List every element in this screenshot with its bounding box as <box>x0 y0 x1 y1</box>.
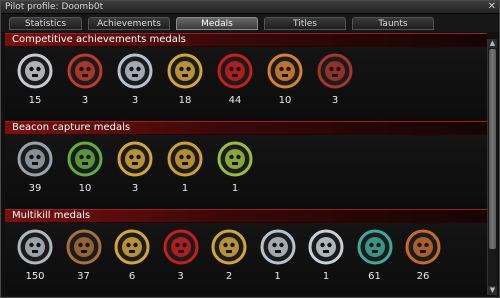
medals-panel: Competitive achievements medals 15 3 3 18 44… <box>5 33 487 295</box>
tab-achievements[interactable]: Achievements <box>88 17 170 30</box>
medal-count: 10 <box>78 183 92 194</box>
medal-count: 1 <box>181 183 189 194</box>
gold-emblem-medal-icon <box>167 53 203 89</box>
medal-item[interactable]: 10 <box>263 51 307 115</box>
medal-count: 150 <box>25 271 45 282</box>
medal-count: 61 <box>368 271 381 282</box>
medal-item[interactable]: 15 <box>13 51 57 115</box>
tab-taunts[interactable]: Taunts <box>352 17 434 30</box>
medal-item[interactable]: 1 <box>213 139 257 203</box>
pilot-profile-window: Pilot profile: Doomb0t ✕ Statistics Achi… <box>0 0 500 298</box>
medal-item[interactable]: 3 <box>113 51 157 115</box>
bronze-skull-medal-icon <box>66 229 101 265</box>
silver-skull-medal-icon <box>260 229 295 265</box>
medal-count: 3 <box>131 95 139 106</box>
medal-item[interactable]: 39 <box>13 139 57 203</box>
red-skull-crosshair-medal-icon <box>67 53 103 89</box>
tab-medals[interactable]: Medals <box>176 17 258 30</box>
medal-count: 3 <box>81 95 89 106</box>
section-title: Multikill medals <box>5 209 487 223</box>
medal-item[interactable]: 61 <box>353 227 397 291</box>
medal-item[interactable]: 1 <box>304 227 348 291</box>
red-bar-skull-medal-icon <box>163 229 198 265</box>
medal-item[interactable]: 26 <box>401 227 445 291</box>
close-icon[interactable]: ✕ <box>488 1 496 13</box>
section-multikill: Multikill medals 150 37 6 3 2 1 1 61 26 <box>5 209 487 295</box>
medal-count: 3 <box>131 183 139 194</box>
medal-item[interactable]: 1 <box>256 227 300 291</box>
medal-count: 15 <box>28 95 42 106</box>
silver-beacon-medal-icon <box>17 141 53 177</box>
medal-row: 39 10 3 1 1 <box>5 135 487 209</box>
medal-row: 150 37 6 3 2 1 1 61 26 <box>5 223 487 295</box>
medal-count: 3 <box>331 95 339 106</box>
green-hex-beacon-medal-icon <box>67 141 103 177</box>
medal-count: 18 <box>178 95 192 106</box>
medal-item[interactable]: 3 <box>113 139 157 203</box>
medal-item[interactable]: 18 <box>163 51 207 115</box>
medal-count: 44 <box>228 95 242 106</box>
medal-item[interactable]: 3 <box>63 51 107 115</box>
medal-count: 10 <box>278 95 292 106</box>
medal-count: 26 <box>416 271 430 282</box>
gold-cross-beacon-medal-icon <box>117 141 153 177</box>
medal-count: 1 <box>231 183 239 194</box>
red-star-medal-icon <box>217 53 253 89</box>
red-gold-star-medal-icon <box>267 53 303 89</box>
medal-item[interactable]: 2 <box>207 227 251 291</box>
tab-bar: Statistics Achievements Medals Titles Ta… <box>1 14 499 32</box>
section-beacon: Beacon capture medals 39 10 3 1 1 <box>5 121 487 209</box>
scroll-up-icon[interactable]: ▲ <box>488 39 497 48</box>
medal-item[interactable]: 1 <box>163 139 207 203</box>
scroll-down-icon[interactable]: ▼ <box>488 286 497 295</box>
medal-count: 2 <box>225 271 233 282</box>
skull-crosshair-medal-icon <box>17 53 53 89</box>
teal-skull-medal-icon <box>357 229 392 265</box>
vertical-scrollbar[interactable]: ▲ ▼ <box>487 39 497 295</box>
gold-cross-skull-medal-icon <box>211 229 247 265</box>
tab-titles[interactable]: Titles <box>264 17 346 30</box>
medal-item[interactable]: 6 <box>110 227 154 291</box>
medal-item[interactable]: 3 <box>159 227 203 291</box>
medal-row: 15 3 3 18 44 10 3 <box>5 47 487 121</box>
medal-item[interactable]: 3 <box>313 51 357 115</box>
medal-count: 37 <box>77 271 90 282</box>
medal-count: 1 <box>274 271 281 282</box>
gold-winged-beacon-medal-icon <box>217 141 253 177</box>
winged-crosshair-medal-icon <box>117 53 153 89</box>
crowned-skull-medal-icon <box>308 229 344 265</box>
red-gold-crest-medal-icon <box>317 53 353 89</box>
medal-item[interactable]: 44 <box>213 51 257 115</box>
ornate-skull-medal-icon <box>405 229 441 265</box>
window-titlebar[interactable]: Pilot profile: Doomb0t ✕ <box>1 1 499 14</box>
medal-count: 3 <box>177 271 184 282</box>
medal-item[interactable]: 37 <box>62 227 106 291</box>
medal-item[interactable]: 10 <box>63 139 107 203</box>
scroll-thumb[interactable] <box>489 49 496 249</box>
gold-skull-medal-icon <box>114 229 150 265</box>
section-competitive: Competitive achievements medals 15 3 3 18 44… <box>5 33 487 121</box>
gold-star-beacon-medal-icon <box>167 141 203 177</box>
window-title: Pilot profile: Doomb0t <box>5 2 104 12</box>
tab-statistics[interactable]: Statistics <box>9 17 82 30</box>
section-title: Competitive achievements medals <box>5 33 487 47</box>
section-title: Beacon capture medals <box>5 121 487 135</box>
medal-item[interactable]: 150 <box>13 227 57 291</box>
skull-star-medal-icon <box>17 229 53 265</box>
medal-count: 39 <box>28 183 42 194</box>
medal-count: 1 <box>322 271 330 282</box>
medal-count: 6 <box>128 271 136 282</box>
